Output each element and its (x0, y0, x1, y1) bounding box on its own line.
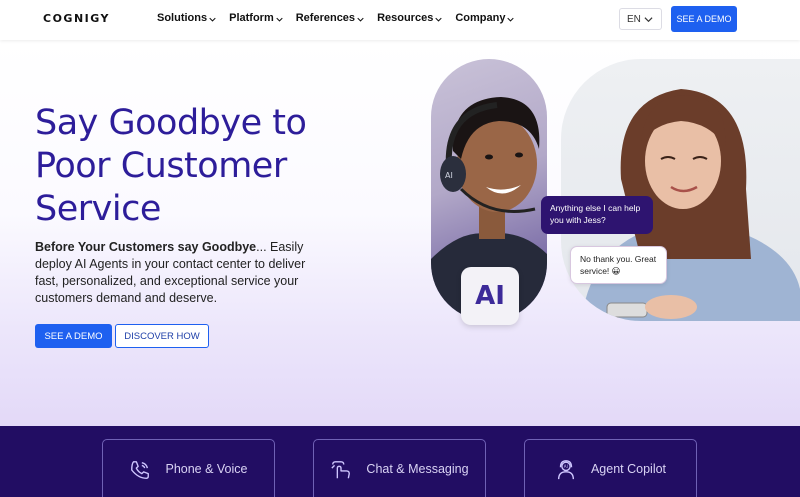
chat-bubble-customer: No thank you. Great service! 😀 (570, 246, 667, 284)
language-select[interactable]: EN (619, 8, 662, 30)
nav-solutions[interactable]: Solutions (157, 12, 216, 24)
chevron-down-icon (276, 17, 283, 22)
nav-solutions-label: Solutions (157, 12, 208, 24)
nav-company-label: Company (455, 12, 506, 24)
cognigy-logo[interactable]: COGNIGY (43, 12, 110, 25)
nav-resources[interactable]: Resources (377, 12, 442, 24)
chevron-down-icon (435, 17, 442, 22)
card-phone-voice-label: Phone & Voice (165, 462, 248, 476)
nav-company[interactable]: Company (455, 12, 515, 24)
hero-description: Before Your Customers say Goodbye... Eas… (35, 239, 315, 307)
agent-copilot-icon: AI (557, 460, 574, 480)
hero-title: Say Goodbye to Poor Customer Service (35, 103, 307, 229)
chevron-down-icon (644, 17, 653, 23)
card-phone-voice[interactable]: Phone & Voice (102, 439, 275, 497)
phone-voice-icon (131, 461, 150, 479)
card-chat-messaging[interactable]: Chat & Messaging (313, 439, 486, 497)
chevron-down-icon (209, 17, 216, 22)
site-header: COGNIGY Solutions Platform References Re… (0, 0, 800, 40)
hero-description-bold: Before Your Customers say Goodbye (35, 240, 257, 254)
nav-references[interactable]: References (296, 12, 364, 24)
nav-references-label: References (295, 12, 356, 24)
chat-bubble-agent: Anything else I can help you with Jess? (541, 196, 653, 234)
hero-see-demo-button[interactable]: SEE A DEMO (35, 324, 112, 348)
discover-how-button[interactable]: DISCOVER HOW (115, 324, 209, 348)
card-agent-copilot[interactable]: AI Agent Copilot (524, 439, 697, 497)
nav-platform[interactable]: Platform (229, 12, 283, 24)
chevron-down-icon (507, 17, 515, 22)
chevron-down-icon (357, 17, 364, 22)
language-value: EN (627, 13, 641, 25)
nav-resources-label: Resources (377, 12, 434, 24)
header-see-demo-button[interactable]: SEE A DEMO (671, 6, 737, 32)
card-agent-copilot-label: Agent Copilot (590, 462, 667, 476)
svg-text:AI: AI (564, 464, 568, 469)
chat-hand-icon (331, 461, 351, 479)
card-chat-messaging-label: Chat & Messaging (366, 462, 469, 476)
ai-badge: AI (461, 267, 519, 325)
svg-text:AI: AI (445, 171, 453, 180)
main-nav: Solutions Platform References Resources … (157, 12, 527, 24)
nav-platform-label: Platform (229, 12, 274, 24)
